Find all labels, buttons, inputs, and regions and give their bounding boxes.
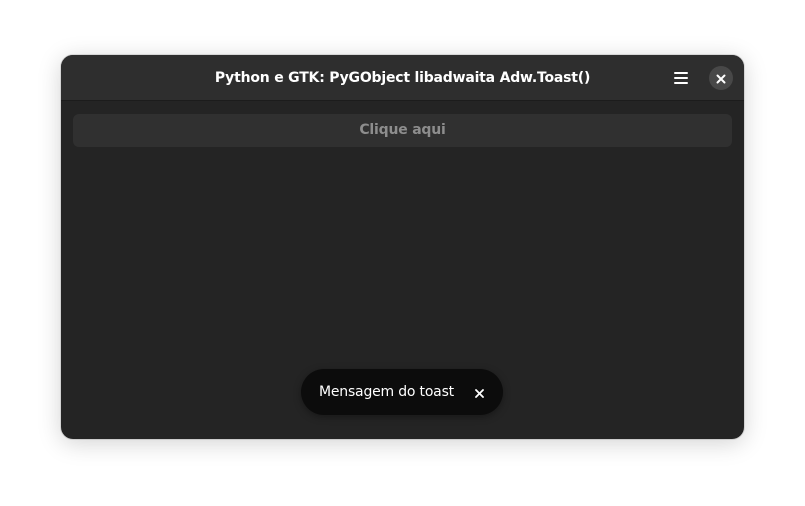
window-close-button[interactable] xyxy=(709,66,733,90)
header-bar: Python e GTK: PyGObject libadwaita Adw.T… xyxy=(61,55,744,101)
window-content: Clique aqui Mensagem do toast xyxy=(61,101,744,439)
window-title: Python e GTK: PyGObject libadwaita Adw.T… xyxy=(214,70,591,86)
hamburger-menu-icon xyxy=(674,69,688,88)
toast: Mensagem do toast xyxy=(301,369,503,415)
main-menu-button[interactable] xyxy=(667,64,695,92)
toast-dismiss-button[interactable] xyxy=(468,381,490,403)
close-icon xyxy=(474,383,484,402)
app-window: Python e GTK: PyGObject libadwaita Adw.T… xyxy=(61,55,744,439)
click-here-button[interactable]: Clique aqui xyxy=(73,114,732,147)
toast-message: Mensagem do toast xyxy=(319,384,454,400)
close-icon xyxy=(716,69,726,88)
